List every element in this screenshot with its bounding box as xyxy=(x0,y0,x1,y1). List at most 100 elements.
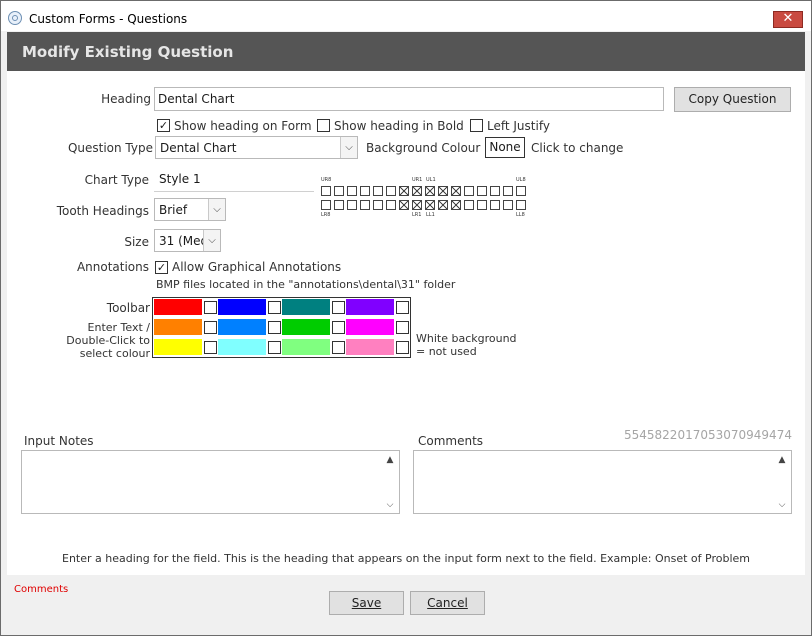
colour-swatch-checkbox[interactable] xyxy=(332,341,345,354)
lower-tooth-4[interactable] xyxy=(360,200,370,210)
lower-tooth-2[interactable] xyxy=(334,200,344,210)
double-click-label: Double-Click to xyxy=(66,334,150,347)
dental-chart-preview[interactable]: UR8 UR1 UL1 UL8 LR8 LR1 LL1 LL8 xyxy=(320,175,530,221)
colour-swatch-checkbox[interactable] xyxy=(268,301,281,314)
lower-tooth-12[interactable] xyxy=(464,200,474,210)
lower-tooth-7[interactable] xyxy=(399,200,409,210)
left-justify-checkbox[interactable] xyxy=(470,119,483,132)
upper-tooth-8[interactable] xyxy=(412,186,422,196)
question-type-select[interactable]: Dental Chart ⌵ xyxy=(155,136,358,159)
colour-swatch-checkbox[interactable] xyxy=(332,321,345,334)
bmp-files-note: BMP files located in the "annotations\de… xyxy=(156,278,456,291)
allow-annotations-checkbox[interactable]: ✓ xyxy=(155,261,168,274)
upper-tooth-9[interactable] xyxy=(425,186,435,196)
size-select[interactable]: 31 (Med ⌵ xyxy=(154,229,221,252)
colour-swatch[interactable] xyxy=(346,299,394,315)
cancel-button[interactable]: Cancel xyxy=(410,591,485,615)
colour-swatch-checkbox[interactable] xyxy=(396,321,409,334)
lower-tooth-16[interactable] xyxy=(516,200,526,210)
chart-label-lr1: LR1 xyxy=(412,212,422,218)
lower-tooth-3[interactable] xyxy=(347,200,357,210)
close-button[interactable]: ✕ xyxy=(773,11,803,28)
select-colour-label: select colour xyxy=(79,347,150,360)
chart-label-ll8: LL8 xyxy=(516,212,525,218)
background-colour-swatch[interactable]: None xyxy=(485,137,525,158)
upper-tooth-1[interactable] xyxy=(321,186,331,196)
upper-tooth-13[interactable] xyxy=(477,186,487,196)
upper-tooth-14[interactable] xyxy=(490,186,500,196)
colour-swatch-checkbox[interactable] xyxy=(204,341,217,354)
upper-tooth-5[interactable] xyxy=(373,186,383,196)
chart-label-ur8: UR8 xyxy=(321,177,332,183)
chevron-down-icon: ⌵ xyxy=(208,199,225,220)
heading-input[interactable]: Dental Chart xyxy=(154,87,664,111)
colour-swatch[interactable] xyxy=(346,319,394,335)
lower-tooth-11[interactable] xyxy=(451,200,461,210)
comments-textarea[interactable]: ▲ ⌵ xyxy=(413,450,792,514)
colour-swatch[interactable] xyxy=(218,339,266,355)
upper-tooth-16[interactable] xyxy=(516,186,526,196)
chevron-down-icon: ⌵ xyxy=(203,230,220,251)
lower-teeth-row xyxy=(321,199,529,211)
scroll-down-icon[interactable]: ⌵ xyxy=(775,500,789,510)
colour-swatch[interactable] xyxy=(154,319,202,335)
lower-tooth-5[interactable] xyxy=(373,200,383,210)
upper-tooth-3[interactable] xyxy=(347,186,357,196)
upper-tooth-7[interactable] xyxy=(399,186,409,196)
lower-tooth-15[interactable] xyxy=(503,200,513,210)
upper-tooth-11[interactable] xyxy=(451,186,461,196)
comments-link[interactable]: Comments xyxy=(14,584,68,595)
colour-swatch-checkbox[interactable] xyxy=(396,301,409,314)
question-type-label: Question Type xyxy=(67,141,153,155)
tooth-headings-value: Brief xyxy=(159,203,188,217)
tooth-headings-select[interactable]: Brief ⌵ xyxy=(154,198,226,221)
chart-label-ll1: LL1 xyxy=(426,212,435,218)
input-notes-label: Input Notes xyxy=(24,434,94,448)
colour-swatch[interactable] xyxy=(154,339,202,355)
upper-tooth-12[interactable] xyxy=(464,186,474,196)
show-heading-on-form-checkbox[interactable]: ✓ xyxy=(157,119,170,132)
lower-tooth-14[interactable] xyxy=(490,200,500,210)
scroll-up-icon[interactable]: ▲ xyxy=(775,455,789,465)
upper-tooth-15[interactable] xyxy=(503,186,513,196)
left-justify-label: Left Justify xyxy=(487,119,550,133)
colour-swatch-checkbox[interactable] xyxy=(268,341,281,354)
colour-swatch[interactable] xyxy=(346,339,394,355)
colour-swatch[interactable] xyxy=(218,299,266,315)
colour-swatch-checkbox[interactable] xyxy=(204,321,217,334)
chart-type-field[interactable]: Style 1 xyxy=(154,168,314,192)
lower-tooth-6[interactable] xyxy=(386,200,396,210)
colour-swatch[interactable] xyxy=(282,339,330,355)
colour-swatch-checkbox[interactable] xyxy=(396,341,409,354)
footer-bar: Comments Save Cancel xyxy=(7,575,805,633)
input-notes-textarea[interactable]: ▲ ⌵ xyxy=(21,450,400,514)
colour-swatch[interactable] xyxy=(154,299,202,315)
lower-tooth-13[interactable] xyxy=(477,200,487,210)
colour-swatch[interactable] xyxy=(218,319,266,335)
save-button[interactable]: Save xyxy=(329,591,404,615)
annotations-label: Annotations xyxy=(76,260,149,274)
upper-tooth-10[interactable] xyxy=(438,186,448,196)
colour-swatch-checkbox[interactable] xyxy=(268,321,281,334)
heading-value: Dental Chart xyxy=(158,92,235,106)
colour-swatch[interactable] xyxy=(282,319,330,335)
background-colour-label: Background Colour xyxy=(366,141,481,155)
copy-question-button[interactable]: Copy Question xyxy=(674,87,791,112)
upper-tooth-2[interactable] xyxy=(334,186,344,196)
lower-tooth-9[interactable] xyxy=(425,200,435,210)
colour-swatch-checkbox[interactable] xyxy=(204,301,217,314)
upper-tooth-6[interactable] xyxy=(386,186,396,196)
show-heading-on-form-label: Show heading on Form xyxy=(174,119,312,133)
colour-swatch-checkbox[interactable] xyxy=(332,301,345,314)
dialog-window: Custom Forms - Questions ✕ Modify Existi… xyxy=(0,0,812,636)
colour-swatch[interactable] xyxy=(282,299,330,315)
lower-tooth-1[interactable] xyxy=(321,200,331,210)
chart-label-ur1: UR1 xyxy=(412,177,423,183)
upper-teeth-row xyxy=(321,185,529,197)
lower-tooth-8[interactable] xyxy=(412,200,422,210)
lower-tooth-10[interactable] xyxy=(438,200,448,210)
scroll-up-icon[interactable]: ▲ xyxy=(383,455,397,465)
scroll-down-icon[interactable]: ⌵ xyxy=(383,500,397,510)
upper-tooth-4[interactable] xyxy=(360,186,370,196)
show-heading-bold-checkbox[interactable] xyxy=(317,119,330,132)
